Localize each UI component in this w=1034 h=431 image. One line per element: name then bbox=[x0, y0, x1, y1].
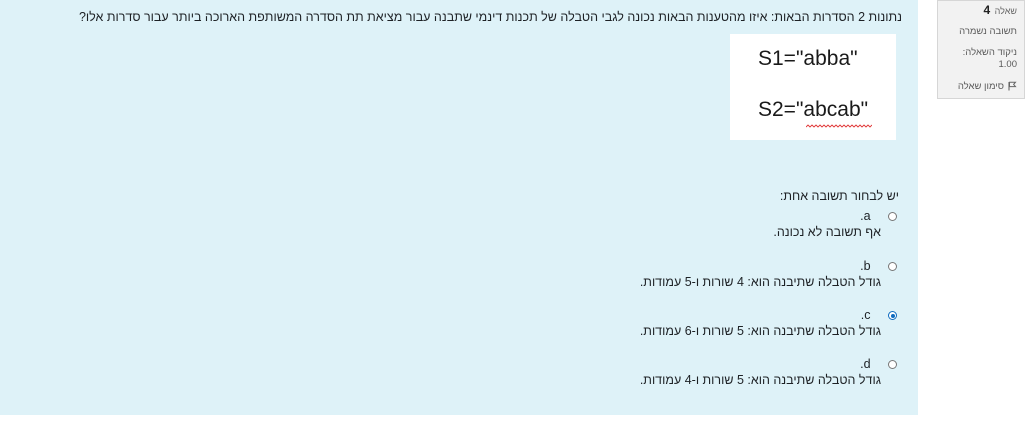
flag-question-label: סימון שאלה bbox=[957, 81, 1004, 92]
grade-value: 1.00 bbox=[998, 59, 1018, 70]
answer-option-a[interactable]: a. אף תשובה לא נכונה. bbox=[773, 208, 897, 240]
answer-option-d[interactable]: d. גודל הטבלה שתיבנה הוא: 5 שורות ו-4 עמ… bbox=[640, 356, 897, 388]
question-grade: ניקוד השאלה: 1.00 bbox=[944, 47, 1017, 71]
sequences-image: S1="abba" S2="abcab" bbox=[730, 34, 896, 140]
answer-letter-a: a. bbox=[860, 209, 871, 223]
question-info-panel: שאלה 4 תשובה נשמרה ניקוד השאלה: 1.00 סימ… bbox=[937, 0, 1025, 99]
answer-radio-c[interactable] bbox=[888, 311, 897, 321]
answer-letter-d: d. bbox=[860, 357, 871, 371]
grade-label: ניקוד השאלה: bbox=[962, 47, 1017, 58]
answer-prompt: יש לבחור תשובה אחת: bbox=[779, 189, 899, 203]
question-number: שאלה 4 bbox=[944, 4, 1017, 18]
question-number-value: 4 bbox=[983, 3, 991, 17]
answer-letter-c: c. bbox=[860, 308, 871, 322]
answer-text-d[interactable]: גודל הטבלה שתיבנה הוא: 5 שורות ו-4 עמודו… bbox=[640, 372, 881, 388]
answer-option-b[interactable]: b. גודל הטבלה שתיבנה הוא: 4 שורות ו-5 עמ… bbox=[640, 258, 897, 290]
flag-question-link[interactable]: סימון שאלה bbox=[944, 81, 1017, 93]
question-text: נתונות 2 הסדרות הבאות: איזו מהטענות הבאו… bbox=[78, 10, 902, 24]
question-label: שאלה bbox=[994, 6, 1017, 16]
answer-radio-d[interactable] bbox=[888, 360, 897, 370]
answer-letter-b: b. bbox=[860, 259, 871, 273]
sequence-s1: S1="abba" bbox=[758, 47, 858, 70]
answer-radio-a[interactable] bbox=[888, 212, 897, 222]
question-state: תשובה נשמרה bbox=[959, 26, 1017, 37]
answer-radio-b[interactable] bbox=[888, 262, 897, 272]
answer-text-a[interactable]: אף תשובה לא נכונה. bbox=[773, 224, 881, 240]
answer-text-c[interactable]: גודל הטבלה שתיבנה הוא: 5 שורות ו-6 עמודו… bbox=[640, 323, 881, 339]
flag-icon bbox=[1008, 82, 1017, 91]
answer-option-c[interactable]: c. גודל הטבלה שתיבנה הוא: 5 שורות ו-6 עמ… bbox=[640, 307, 897, 339]
spellcheck-underline bbox=[806, 124, 872, 128]
sequence-s2: S2="abcab" bbox=[758, 98, 869, 121]
question-content: נתונות 2 הסדרות הבאות: איזו מהטענות הבאו… bbox=[0, 0, 918, 415]
answer-text-b[interactable]: גודל הטבלה שתיבנה הוא: 4 שורות ו-5 עמודו… bbox=[640, 274, 881, 290]
